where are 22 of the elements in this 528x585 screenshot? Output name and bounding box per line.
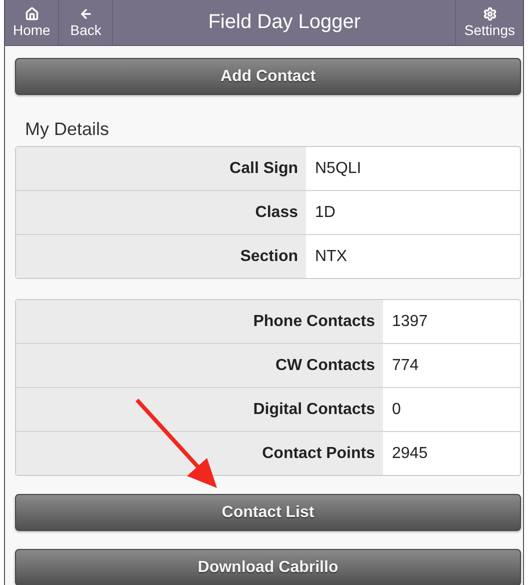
- menu-button[interactable]: Contact List: [15, 494, 521, 531]
- menu-button[interactable]: Download Cabrillo: [15, 549, 521, 585]
- settings-icon: [482, 7, 497, 21]
- row-label: Section: [240, 248, 298, 266]
- home-icon: [24, 7, 39, 21]
- row-value: 1D: [315, 204, 336, 222]
- row-value: 1397: [392, 312, 428, 330]
- back-icon: [78, 7, 93, 21]
- add-contact-button[interactable]: Add Contact: [15, 58, 521, 95]
- row-label: Class: [255, 204, 298, 222]
- row-value: 2945: [392, 444, 428, 462]
- row-label: Digital Contacts: [253, 400, 375, 418]
- row-value: N5QLI: [315, 160, 362, 178]
- row-value: NTX: [315, 248, 347, 266]
- app-title: Field Day Logger: [208, 11, 361, 34]
- row-label: Contact Points: [262, 444, 375, 462]
- row-value: 774: [392, 356, 419, 374]
- row-label: CW Contacts: [275, 356, 375, 374]
- row-label: Phone Contacts: [253, 312, 375, 330]
- row-value: 0: [392, 400, 401, 418]
- section-title: My Details: [25, 119, 110, 140]
- row-label: Call Sign: [230, 160, 298, 178]
